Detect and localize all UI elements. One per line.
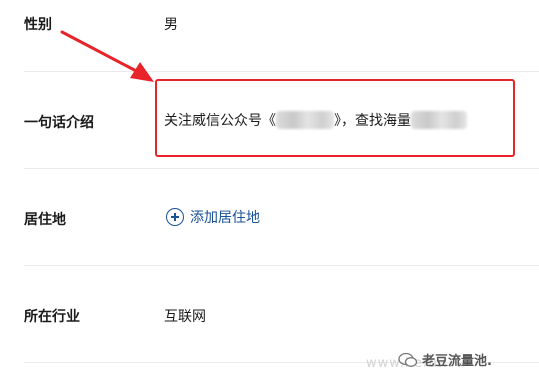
watermark-badge-text: 老豆流量池. (422, 354, 492, 369)
wechat-icon (398, 352, 418, 367)
watermark-badge: 老豆流量池. (398, 350, 492, 369)
highlight-box (155, 79, 515, 157)
add-residence-button[interactable]: 添加居住地 (166, 207, 260, 227)
industry-value: 互联网 (164, 309, 206, 325)
bio-label: 一句话介绍 (24, 115, 94, 131)
residence-label: 居住地 (24, 212, 66, 228)
gender-label: 性别 (24, 17, 52, 33)
red-arrow-icon (60, 30, 154, 82)
divider (24, 168, 539, 169)
plus-circle-icon (166, 208, 184, 226)
divider (24, 265, 539, 266)
industry-label: 所在行业 (24, 309, 80, 325)
add-residence-label: 添加居住地 (190, 210, 260, 226)
gender-value: 男 (164, 17, 178, 33)
